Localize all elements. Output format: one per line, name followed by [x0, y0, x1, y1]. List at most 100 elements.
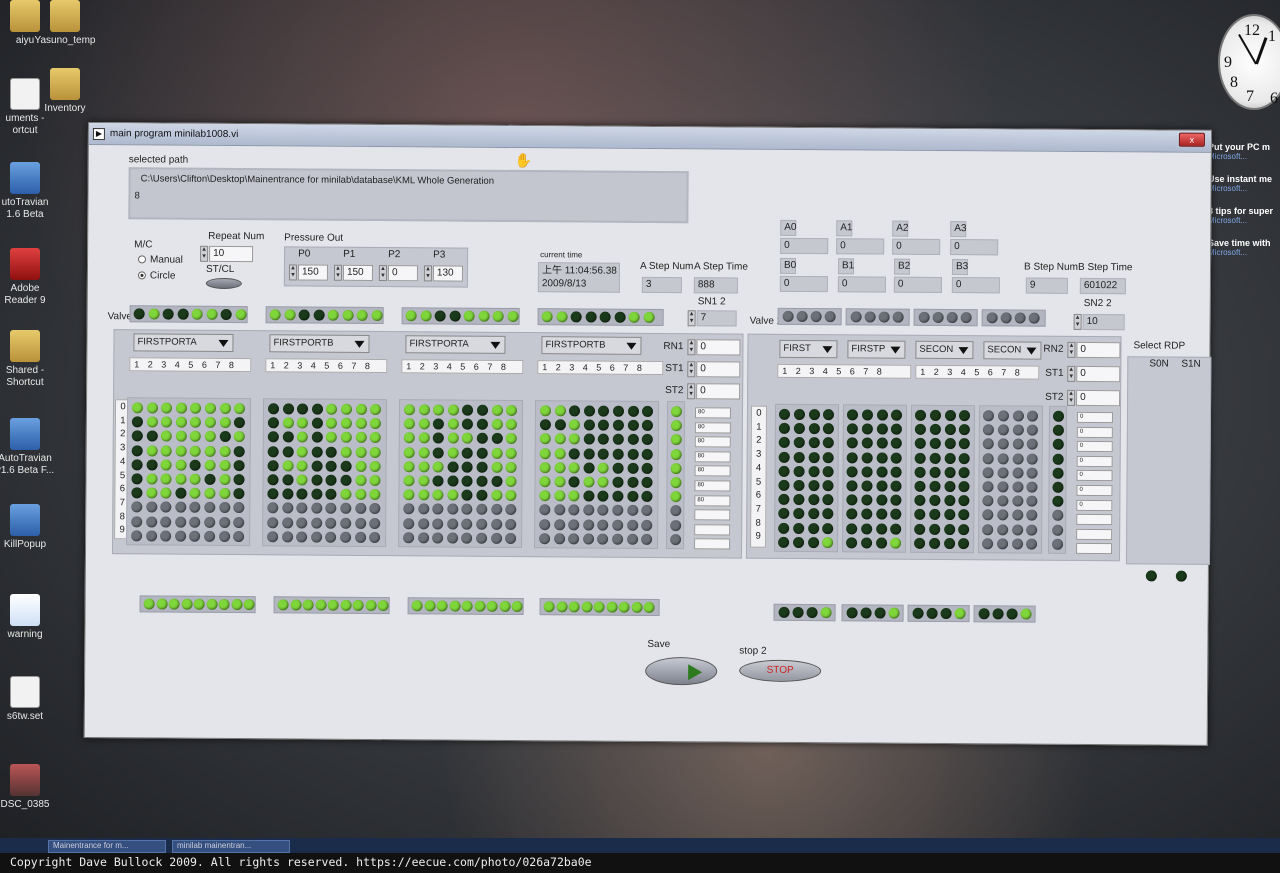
step-time-field[interactable] [1076, 528, 1113, 540]
pressure-field[interactable]: 150 [297, 264, 329, 281]
taskbar-item[interactable]: minilab mainentran... [172, 840, 290, 853]
step-time-field[interactable]: 0 [1076, 484, 1113, 497]
grid-led [354, 517, 366, 529]
grid-led [861, 508, 873, 520]
desktop-icon[interactable]: Shared - Shortcut [0, 330, 60, 389]
grid-led [461, 504, 473, 516]
pressure-spinner[interactable]: ▲ ▼ [333, 264, 343, 281]
stcl-toggle[interactable] [205, 277, 242, 290]
st1b-field[interactable]: 0 [1076, 365, 1121, 383]
valve-led [342, 309, 354, 321]
mc-option-circle[interactable]: Circle [137, 270, 176, 282]
feed-item[interactable]: 8 tips for super Microsoft... [1208, 206, 1280, 225]
step-time-field[interactable]: 0 [1076, 455, 1113, 467]
grid-led [161, 402, 173, 414]
output-strip [273, 596, 390, 615]
grid-led [959, 452, 971, 464]
step-time-field[interactable] [1076, 514, 1113, 526]
desktop-icon[interactable]: DSC_0385 [0, 764, 60, 811]
port-dropdown[interactable]: FIRST [779, 339, 838, 359]
pressure-spinner[interactable]: ▲ ▼ [423, 265, 433, 282]
sn1-spinner[interactable]: ▲ ▼ [687, 310, 696, 327]
step-time-field[interactable] [694, 509, 731, 521]
port-dropdown[interactable]: SECON [983, 341, 1042, 360]
stop-button[interactable]: STOP [739, 659, 822, 683]
rn1-spinner[interactable]: ▲ ▼ [687, 339, 696, 356]
desktop-icon[interactable]: Adobe Reader 9 [0, 248, 60, 307]
output-led [168, 598, 180, 610]
row-index-label: 8 [755, 517, 761, 529]
st2b-spinner[interactable]: ▲ ▼ [1067, 389, 1076, 406]
st2-spinner[interactable]: ▲ ▼ [687, 383, 696, 400]
port-dropdown[interactable]: FIRSTP [847, 340, 906, 359]
bit-index: 1 2 3 4 5 6 7 8 [129, 357, 252, 373]
step-time-field[interactable] [694, 524, 731, 536]
grid-led [219, 402, 231, 415]
step-time-field[interactable]: 80 [694, 436, 731, 448]
output2-led [954, 608, 966, 620]
valve2-led [1014, 312, 1026, 324]
valve-strip [401, 307, 520, 326]
step-time-field[interactable]: 80 [694, 451, 731, 463]
step-time-field[interactable]: 80 [694, 407, 732, 419]
repeat-num-spinner[interactable]: ▲ ▼ [200, 245, 209, 262]
rn2-field[interactable]: 0 [1076, 341, 1121, 359]
pressure-field[interactable]: 150 [342, 264, 374, 281]
grid-led [612, 505, 624, 517]
st2b-field[interactable]: 0 [1076, 389, 1121, 407]
port-dropdown[interactable]: FIRSTPORTB [541, 336, 642, 355]
desktop-icon[interactable]: utoTravian 1.6 Beta [0, 162, 60, 221]
desktop-icon[interactable]: Inventory [30, 68, 100, 115]
rn1-field[interactable]: 0 [696, 339, 741, 356]
step-time-field[interactable]: 0 [1076, 470, 1113, 482]
port-dropdown[interactable]: FIRSTPORTB [269, 334, 370, 353]
pressure-field[interactable]: 0 [387, 265, 419, 282]
sn1-value[interactable]: 7 [696, 310, 737, 327]
port-dropdown[interactable]: SECON [915, 340, 974, 360]
grid-led [189, 473, 201, 485]
mc-option-manual[interactable]: Manual [138, 254, 183, 266]
step-time-field[interactable]: 80 [694, 480, 731, 492]
grid-led [627, 419, 639, 432]
step-time-field[interactable]: 0 [1076, 499, 1113, 511]
grid-led [808, 465, 820, 477]
save-button[interactable] [645, 656, 718, 686]
port-dropdown[interactable]: FIRSTPORTA [405, 335, 506, 354]
step-time-field[interactable]: 0 [1076, 426, 1113, 438]
pressure-spinner[interactable]: ▲ ▼ [378, 265, 388, 282]
desktop-icon[interactable]: s6tw.set [0, 676, 60, 723]
sn2-value[interactable]: 10 [1082, 313, 1125, 331]
rn2-spinner[interactable]: ▲ ▼ [1067, 341, 1076, 358]
desktop-icon[interactable]: KillPopup [0, 504, 60, 551]
pressure-field[interactable]: 130 [432, 265, 464, 282]
step-time-field[interactable]: 80 [694, 421, 731, 434]
feed-item[interactable]: Put your PC m Microsoft... [1208, 142, 1280, 161]
st2-field[interactable]: 0 [696, 383, 741, 400]
step-time-field[interactable] [1076, 543, 1113, 555]
desktop-icon[interactable]: Yasuno_temp [30, 0, 100, 47]
output-led [449, 600, 461, 612]
feed-item[interactable]: Save time with Microsoft... [1208, 238, 1280, 257]
pressure-spinner[interactable]: ▲ ▼ [288, 264, 298, 281]
st1b-spinner[interactable]: ▲ ▼ [1067, 365, 1076, 382]
port-dropdown[interactable]: FIRSTPORTA [133, 333, 234, 353]
step-time-field[interactable] [694, 538, 731, 550]
close-button[interactable]: x [1178, 132, 1205, 147]
desktop-icon[interactable]: AutoTravian v1.6 Beta F... [0, 418, 60, 477]
st1-spinner[interactable]: ▲ ▼ [687, 361, 696, 378]
step-time-field[interactable]: 0 [1076, 441, 1113, 453]
repeat-num-field[interactable]: 10 [209, 245, 254, 263]
feed-item[interactable]: Use instant me Microsoft... [1208, 174, 1280, 193]
st1-field[interactable]: 0 [696, 361, 741, 378]
grid-led [582, 533, 594, 545]
taskbar-item[interactable]: Mainentrance for m... [48, 840, 166, 853]
step-time-field[interactable]: 80 [694, 494, 731, 507]
sn2-spinner[interactable]: ▲ ▼ [1073, 313, 1082, 330]
grid-led [418, 475, 430, 487]
step-time-field[interactable]: 0 [1076, 411, 1113, 424]
grid-led [793, 465, 805, 477]
grid-led [160, 473, 172, 485]
grid-led [282, 474, 294, 486]
step-time-field[interactable]: 80 [694, 465, 731, 477]
desktop-icon[interactable]: warning [0, 594, 60, 641]
